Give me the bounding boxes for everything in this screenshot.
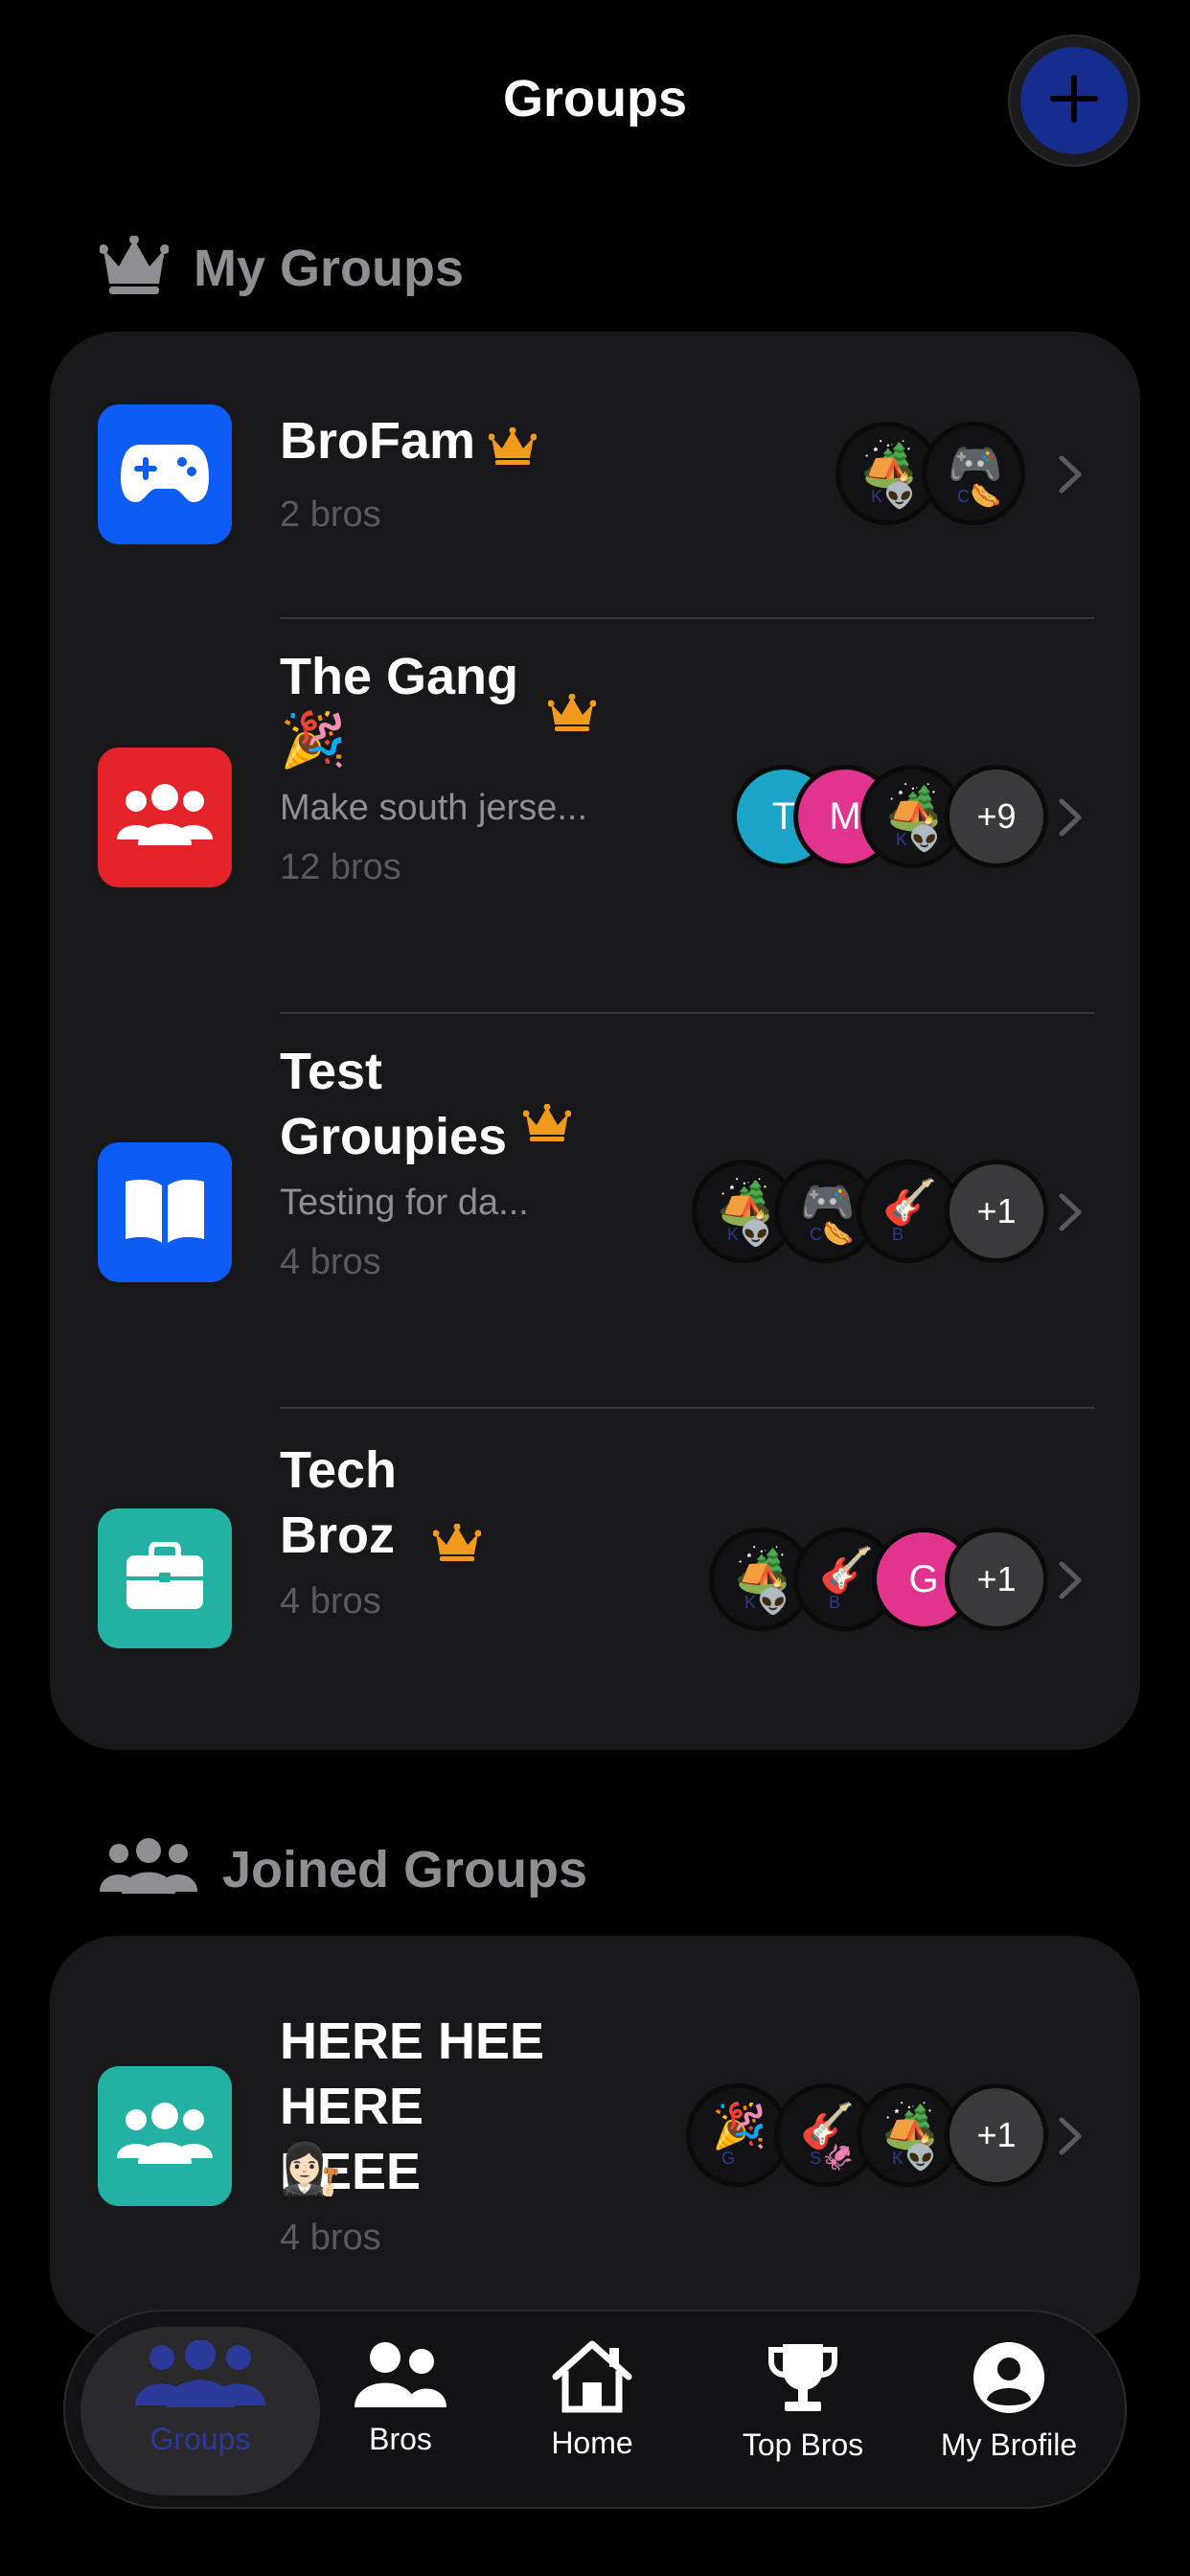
bros-icon <box>353 2340 448 2414</box>
tab-groups[interactable]: Groups <box>119 2339 282 2457</box>
group-icon <box>115 782 215 854</box>
tab-home[interactable]: Home <box>525 2340 659 2461</box>
avatar-initial: K <box>892 2149 904 2168</box>
group-icon-tile <box>98 748 232 887</box>
group-name: Tech Broz <box>280 1441 398 1564</box>
group-row-brofam[interactable]: BroFam 2 bros 🏕️ 👽 K 🎮 🌭 C <box>50 332 1140 619</box>
owner-crown-icon <box>522 1103 572 1147</box>
group-icon-tile <box>98 2066 232 2206</box>
joined-groups-label: Joined Groups <box>222 1840 588 1898</box>
joined-groups-card: HERE HEE HERE HEEE 👩🏻‍⚖️ 4 bros 🎉 G 🎸 🦑 … <box>50 1936 1140 2338</box>
gamepad-icon <box>119 439 211 511</box>
avatar-emoji: 🎉 <box>712 2101 767 2150</box>
profile-icon <box>972 2340 1046 2420</box>
tab-my-brofile[interactable]: My Brofile <box>908 2340 1110 2463</box>
member-count: 4 bros <box>280 2218 381 2258</box>
owner-crown-icon <box>432 1523 482 1567</box>
owner-crown-icon <box>547 693 597 737</box>
group-description: Make south jerse... <box>280 788 588 828</box>
avatar-emoji-badge: 🌭 <box>822 1219 854 1248</box>
avatar-initial: K <box>871 487 883 506</box>
more-members-badge: +1 <box>945 2083 1048 2187</box>
tab-label: Top Bros <box>742 2427 864 2462</box>
group-name-emoji: 🎉 <box>280 709 347 770</box>
avatar-emoji-badge: 👽 <box>908 824 940 853</box>
book-icon <box>122 1176 208 1250</box>
tab-label: Home <box>551 2426 633 2460</box>
groups-icon <box>133 2339 267 2414</box>
member-count: 4 bros <box>280 1242 381 1282</box>
group-row-test-groupies[interactable]: Test Groupies Testing for da... 4 bros 🏕… <box>50 1014 1140 1409</box>
group-row-here-hee[interactable]: HERE HEE HERE HEEE 👩🏻‍⚖️ 4 bros 🎉 G 🎸 🦑 … <box>50 1936 1140 2338</box>
avatar-emoji-badge: 👽 <box>904 2143 936 2172</box>
tab-label: Groups <box>149 2422 251 2456</box>
more-members-badge: +1 <box>945 1160 1048 1263</box>
group-icon-tile <box>98 1508 232 1648</box>
avatar-emoji-badge: 👽 <box>883 481 915 510</box>
group-row-the-gang[interactable]: The Gang 🎉 Make south jerse... 12 bros T… <box>50 619 1140 1014</box>
chevron-right-icon <box>1058 454 1083 499</box>
home-icon <box>550 2340 634 2418</box>
avatar-emoji-badge: 🦑 <box>822 2143 854 2172</box>
people-icon <box>100 1838 197 1900</box>
group-icon-tile <box>98 1142 232 1282</box>
avatar-initial: B <box>892 1225 904 1244</box>
crown-icon <box>99 235 170 300</box>
trophy-icon <box>766 2340 840 2420</box>
group-icon-tile <box>98 404 232 544</box>
avatar: 🎮 🌭 C <box>922 422 1025 525</box>
group-row-tech-broz[interactable]: Tech Broz 4 bros 🏕️ 👽 K 🎸 B G +1 <box>50 1409 1140 1744</box>
group-name: BroFam <box>280 412 476 470</box>
avatar-emoji-badge: 🌭 <box>970 481 1001 510</box>
joined-groups-heading: Joined Groups <box>100 1838 587 1900</box>
avatar-initial: C <box>810 1225 822 1244</box>
avatar-emoji-badge: 👽 <box>740 1219 771 1248</box>
avatar-emoji-badge: 👽 <box>757 1587 789 1616</box>
group-icon <box>115 2101 215 2173</box>
avatar-initial: G <box>721 2149 736 2168</box>
chevron-right-icon <box>1058 1560 1083 1605</box>
group-description: Testing for da... <box>280 1183 529 1223</box>
tab-top-bros[interactable]: Top Bros <box>707 2340 899 2463</box>
tab-bros[interactable]: Bros <box>333 2340 468 2457</box>
owner-crown-icon <box>488 426 538 471</box>
add-group-button[interactable] <box>1008 34 1140 167</box>
avatar-emoji: 🎸 <box>819 1545 875 1595</box>
tab-label: Bros <box>369 2422 432 2456</box>
avatar-initial: C <box>957 487 970 506</box>
chevron-right-icon <box>1058 797 1083 842</box>
group-name: Test Groupies <box>280 1043 508 1165</box>
my-groups-card: BroFam 2 bros 🏕️ 👽 K 🎮 🌭 C The Gang 🎉 Ma… <box>50 332 1140 1750</box>
avatar-initial: S <box>810 2149 822 2168</box>
avatar-initial: K <box>896 830 908 849</box>
more-members-badge: +1 <box>945 1528 1048 1631</box>
avatar-initial: K <box>727 1225 740 1244</box>
member-count: 2 bros <box>280 494 381 535</box>
chevron-right-icon <box>1058 1192 1083 1237</box>
my-groups-heading: My Groups <box>99 235 465 300</box>
group-name: The Gang <box>280 648 519 705</box>
my-groups-label: My Groups <box>194 239 465 297</box>
avatar-initial: B <box>829 1593 841 1612</box>
chevron-right-icon <box>1058 2116 1083 2161</box>
plus-icon <box>1047 72 1101 130</box>
tab-bar: Groups Bros Home Top Bros My Brofile <box>63 2310 1127 2509</box>
avatar-initial: K <box>744 1593 757 1612</box>
member-count: 4 bros <box>280 1581 381 1622</box>
briefcase-icon <box>125 1540 205 1616</box>
tab-label: My Brofile <box>940 2427 1078 2462</box>
avatar-emoji: 🎸 <box>882 1177 938 1227</box>
member-count: 12 bros <box>280 847 401 887</box>
more-members-badge: +9 <box>945 765 1048 868</box>
group-name-emoji: 👩🏻‍⚖️ <box>280 2142 342 2197</box>
